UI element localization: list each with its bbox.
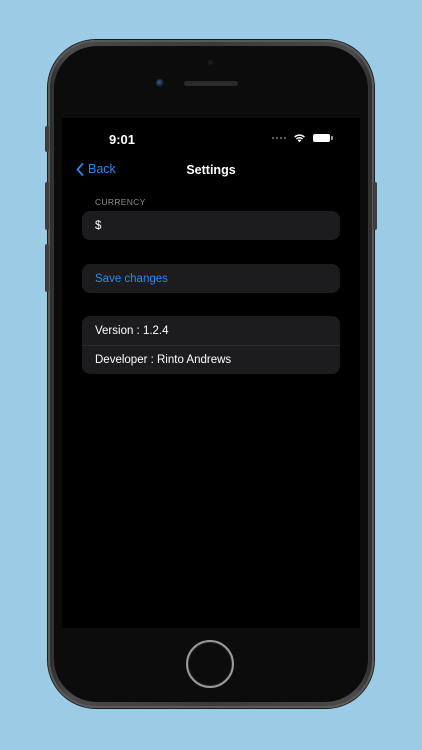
currency-card [82,211,340,240]
volume-up-button [45,182,49,230]
save-changes-button[interactable]: Save changes [82,264,340,293]
navigation-bar: Back Settings [62,158,360,184]
power-button [373,182,377,230]
currency-input[interactable] [95,219,325,232]
status-time: 9:01 [109,132,136,147]
volume-down-button [45,244,49,292]
home-button[interactable] [186,640,234,688]
status-bar: 9:01 [62,118,360,158]
wifi-icon [294,134,305,143]
cellular-dots-icon [272,137,286,139]
currency-section-header: CURRENCY [95,197,146,207]
battery-icon [313,134,333,142]
phone-screen: 9:01 Back Settings CURRENCY $ Save chang… [62,118,360,628]
currency-row [82,211,340,240]
silent-switch [45,126,49,152]
front-camera-icon [156,79,164,87]
save-card: Save changes [82,264,340,293]
app-store-screenshot: 9:01 Back Settings CURRENCY $ Save chang… [0,0,422,750]
developer-row: Developer : Rinto Andrews [82,345,340,374]
page-title: Settings [186,163,236,177]
info-card: Version : 1.2.4 Developer : Rinto Andrew… [82,316,340,374]
earpiece-speaker [184,81,238,86]
proximity-sensor [208,60,213,65]
version-row: Version : 1.2.4 [95,324,169,337]
status-icons [272,133,333,143]
